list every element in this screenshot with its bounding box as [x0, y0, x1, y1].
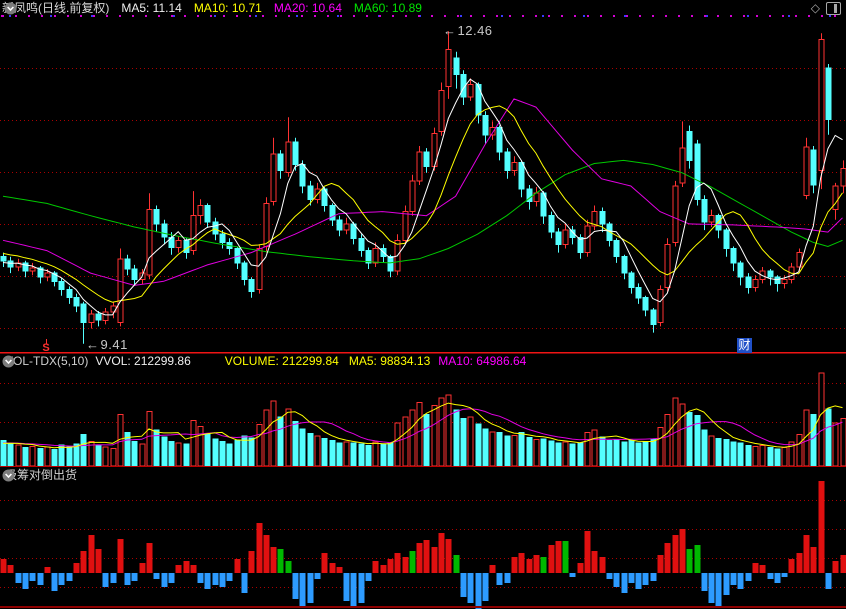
chevron-down-icon[interactable] — [4, 2, 17, 15]
indicator-header: 吸筹对倒出货 — [0, 468, 77, 483]
vvol-value: VVOL: 212299.86 — [95, 354, 191, 368]
diamond-icon[interactable]: ◇ — [811, 0, 820, 17]
stock-title: 新凤鸣(日线.前复权) — [2, 1, 110, 15]
vol-ma5-value: MA5: 98834.13 — [348, 354, 431, 368]
titlebar-icons: ◇ — [811, 0, 841, 17]
cai-badge[interactable]: 财 — [737, 338, 752, 353]
pane-divider[interactable] — [0, 466, 846, 467]
sell-marker: S — [40, 339, 52, 354]
ma5-label: MA5: 11.14 — [121, 1, 182, 15]
chevron-down-icon[interactable] — [2, 469, 15, 482]
bottom-border — [0, 606, 846, 608]
ma10-label: MA10: 10.71 — [193, 1, 262, 15]
candlestick-chart[interactable] — [0, 17, 846, 352]
indicator-name: 吸筹对倒出货 — [5, 468, 78, 482]
volume-pane[interactable] — [0, 354, 846, 466]
left-arrow-icon: ← — [443, 23, 457, 38]
volume-value: VOLUME: 212299.84 — [224, 354, 339, 368]
volume-header: VOL-TDX(5,10) VVOL: 212299.86 VOLUME: 21… — [0, 354, 526, 369]
main-chart-header: 新凤鸣(日线.前复权) MA5: 11.14 MA10: 10.71 MA20:… — [0, 0, 846, 17]
panel-toggle-icon[interactable] — [826, 2, 841, 15]
indicator-pane[interactable] — [0, 467, 846, 609]
low-price-annotation: ←9.41 — [86, 337, 128, 352]
vol-indicator-name: VOL-TDX(5,10) — [5, 354, 89, 368]
left-arrow-icon: ← — [86, 337, 100, 352]
ma60-label: MA60: 10.89 — [353, 1, 422, 15]
tdx-window: 新凤鸣(日线.前复权) MA5: 11.14 MA10: 10.71 MA20:… — [0, 0, 846, 609]
high-price-annotation: ←12.46 — [443, 23, 493, 38]
vol-ma10-value: MA10: 64986.64 — [438, 354, 527, 368]
ma20-label: MA20: 10.64 — [273, 1, 342, 15]
chevron-down-icon[interactable] — [2, 355, 15, 368]
